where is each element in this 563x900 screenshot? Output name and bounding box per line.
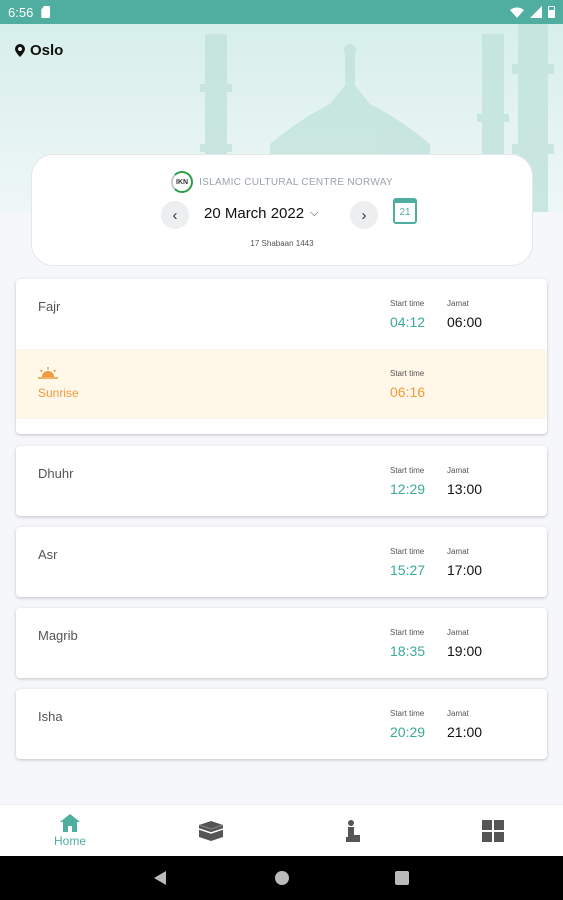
start-time-value: 06:16 xyxy=(390,384,426,400)
prayer-row-magrib: Magrib Start time 18:35 Jamat 19:00 xyxy=(16,608,547,678)
start-time-label: Start time xyxy=(390,628,425,637)
prayer-name: Sunrise xyxy=(38,386,79,400)
jamat-label: Jamat xyxy=(447,547,469,556)
prayer-row-fajr: Fajr Start time 04:12 Jamat 06:00 xyxy=(16,279,547,349)
start-time-value: 20:29 xyxy=(390,724,426,740)
previous-day-button[interactable]: ‹ xyxy=(161,201,189,229)
jamat-time-value: 06:00 xyxy=(447,314,483,330)
jamat-label: Jamat xyxy=(447,709,469,718)
card-padding xyxy=(16,419,547,434)
system-navigation-bar xyxy=(0,856,563,900)
status-time: 6:56 xyxy=(8,4,34,20)
asr-card: Asr Start time 15:27 Jamat 17:00 xyxy=(16,527,547,597)
jamat-label: Jamat xyxy=(447,466,469,475)
back-icon[interactable] xyxy=(154,871,166,885)
kaaba-icon xyxy=(199,821,223,841)
start-time-label: Start time xyxy=(390,299,425,308)
prayer-name: Dhuhr xyxy=(38,466,74,481)
location-city: Oslo xyxy=(30,42,64,59)
calendar-day: 21 xyxy=(399,207,411,218)
start-time-label: Start time xyxy=(390,369,425,378)
jamat-label: Jamat xyxy=(447,299,469,308)
start-time-label: Start time xyxy=(390,709,425,718)
next-day-button[interactable]: › xyxy=(350,201,378,229)
calendar-icon[interactable]: 21 xyxy=(393,198,417,224)
recent-apps-icon[interactable] xyxy=(395,871,409,885)
nav-home-label: Home xyxy=(53,834,86,848)
dhuhr-card: Dhuhr Start time 12:29 Jamat 13:00 xyxy=(16,446,547,516)
prayer-name: Asr xyxy=(38,547,58,562)
chevron-right-icon: › xyxy=(361,206,367,224)
hijri-date: 17 Shabaan 1443 xyxy=(250,239,314,248)
prayer-name: Isha xyxy=(38,709,63,724)
organization-header: IKN ISLAMIC CULTURAL CENTRE NORWAY xyxy=(32,171,532,193)
jamat-time-value: 17:00 xyxy=(447,562,483,578)
prayer-row-dhuhr: Dhuhr Start time 12:29 Jamat 13:00 xyxy=(16,446,547,516)
date-selector: ‹ 20 March 2022 ⌵ › 21 xyxy=(32,198,532,229)
wifi-icon xyxy=(510,7,524,18)
start-time-value: 04:12 xyxy=(390,314,426,330)
prayer-person-icon xyxy=(346,820,360,842)
jamat-time-value: 13:00 xyxy=(447,481,483,497)
prayer-row-sunrise: Sunrise Start time 06:16 xyxy=(16,349,547,419)
nav-menu[interactable] xyxy=(480,805,506,857)
grid-icon xyxy=(482,820,504,842)
start-time-value: 18:35 xyxy=(390,643,426,659)
location-label[interactable]: Oslo xyxy=(15,42,63,59)
location-pin-icon xyxy=(15,44,25,57)
prayer-row-asr: Asr Start time 15:27 Jamat 17:00 xyxy=(16,527,547,597)
nav-kaaba[interactable] xyxy=(198,805,224,857)
prayer-name: Magrib xyxy=(38,628,78,643)
chevron-down-icon: ⌵ xyxy=(310,207,319,219)
sunrise-icon xyxy=(38,367,58,379)
fajr-card: Fajr Start time 04:12 Jamat 06:00 Sunris… xyxy=(16,279,547,434)
sd-card-icon xyxy=(41,6,51,18)
organization-logo: IKN xyxy=(171,171,194,193)
prayer-row-isha: Isha Start time 20:29 Jamat 21:00 xyxy=(16,689,547,759)
home-icon xyxy=(60,814,80,832)
status-bar: 6:56 xyxy=(0,0,563,24)
start-time-label: Start time xyxy=(390,466,425,475)
date-card: IKN ISLAMIC CULTURAL CENTRE NORWAY ‹ 20 … xyxy=(31,154,533,266)
date-dropdown[interactable]: 20 March 2022 ⌵ xyxy=(204,205,318,222)
battery-icon xyxy=(548,6,555,18)
bottom-navigation: Home xyxy=(0,804,563,856)
isha-card: Isha Start time 20:29 Jamat 21:00 xyxy=(16,689,547,759)
jamat-label: Jamat xyxy=(447,628,469,637)
start-time-label: Start time xyxy=(390,547,425,556)
signal-icon xyxy=(530,6,542,18)
organization-name: ISLAMIC CULTURAL CENTRE NORWAY xyxy=(199,176,393,188)
system-home-icon[interactable] xyxy=(275,871,289,885)
nav-home[interactable]: Home xyxy=(50,805,90,857)
jamat-time-value: 21:00 xyxy=(447,724,483,740)
current-date: 20 March 2022 xyxy=(204,205,305,222)
start-time-value: 15:27 xyxy=(390,562,426,578)
jamat-time-value: 19:00 xyxy=(447,643,483,659)
chevron-left-icon: ‹ xyxy=(172,206,178,224)
nav-prayer[interactable] xyxy=(342,805,362,857)
magrib-card: Magrib Start time 18:35 Jamat 19:00 xyxy=(16,608,547,678)
prayer-name: Fajr xyxy=(38,299,61,314)
start-time-value: 12:29 xyxy=(390,481,426,497)
